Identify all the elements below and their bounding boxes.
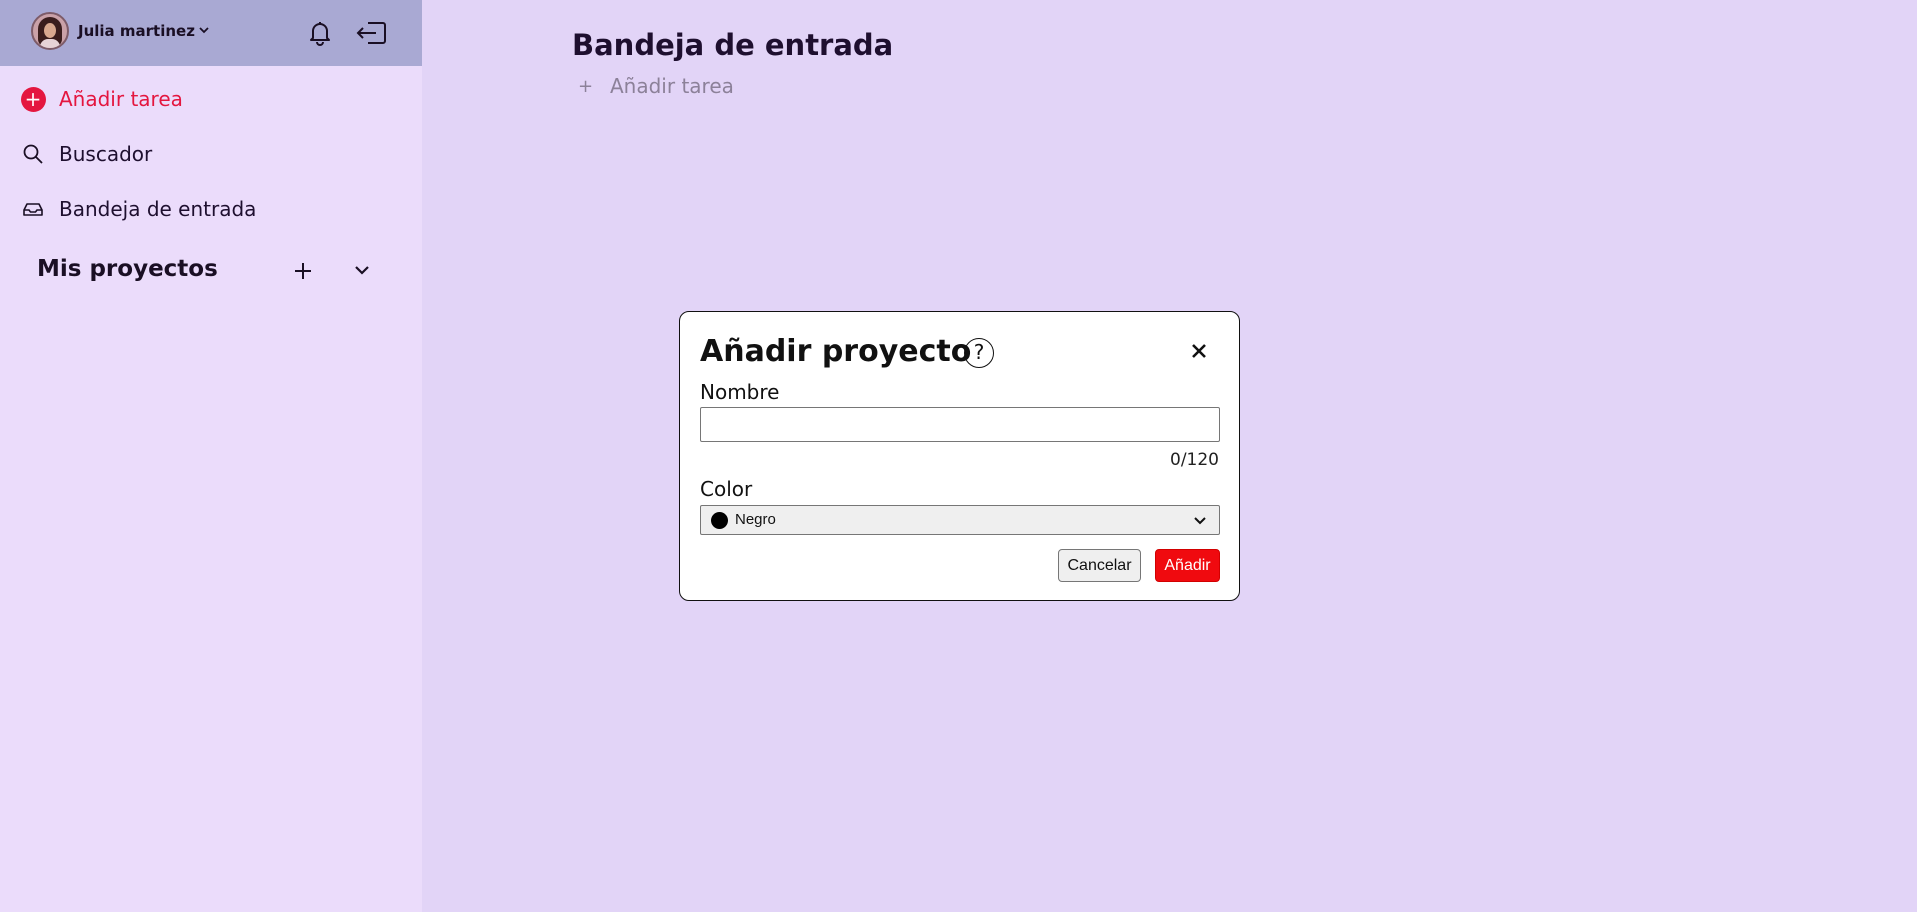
add-project-icon[interactable] bbox=[292, 260, 314, 282]
sidebar-item-label: Buscador bbox=[59, 142, 153, 166]
projects-heading: Mis proyectos bbox=[37, 256, 218, 282]
sidebar-item-add-task[interactable]: + Añadir tarea bbox=[20, 84, 183, 114]
cancel-button[interactable]: Cancelar bbox=[1058, 549, 1141, 582]
name-label: Nombre bbox=[700, 380, 780, 404]
add-circle-icon: + bbox=[20, 86, 46, 112]
color-label: Color bbox=[700, 477, 753, 501]
bell-icon[interactable] bbox=[307, 19, 333, 47]
sidebar-item-label: Añadir tarea bbox=[59, 87, 183, 111]
chevron-down-icon[interactable] bbox=[352, 262, 372, 278]
sidebar-item-label: Bandeja de entrada bbox=[59, 197, 257, 221]
add-project-button[interactable]: Añadir bbox=[1155, 549, 1220, 582]
dialog-title: Añadir proyecto bbox=[700, 334, 972, 369]
sidebar-item-inbox[interactable]: Bandeja de entrada bbox=[20, 194, 256, 224]
help-icon[interactable]: ? bbox=[964, 338, 994, 368]
user-topbar: Julia martinez bbox=[0, 0, 422, 66]
color-select[interactable]: Negro bbox=[700, 505, 1220, 535]
color-value: Negro bbox=[735, 511, 776, 528]
avatar[interactable] bbox=[31, 12, 69, 50]
plus-icon: + bbox=[578, 75, 594, 97]
sidebar-item-search[interactable]: Buscador bbox=[20, 139, 152, 169]
close-icon[interactable] bbox=[1190, 342, 1208, 360]
sidebar: Julia martinez + Añadir tarea Buscador B… bbox=[0, 0, 422, 912]
add-task-button[interactable]: + Añadir tarea bbox=[578, 74, 734, 98]
logout-icon[interactable] bbox=[355, 20, 387, 46]
page-title: Bandeja de entrada bbox=[572, 28, 894, 62]
color-swatch bbox=[711, 512, 728, 529]
char-counter: 0/120 bbox=[1170, 450, 1219, 470]
username[interactable]: Julia martinez bbox=[78, 22, 195, 40]
add-task-label: Añadir tarea bbox=[610, 74, 734, 98]
chevron-down-icon bbox=[1194, 517, 1206, 525]
inbox-icon bbox=[20, 196, 46, 222]
add-project-dialog: Añadir proyecto ? Nombre 0/120 Color Neg… bbox=[679, 311, 1240, 601]
search-icon bbox=[20, 141, 46, 167]
name-input[interactable] bbox=[700, 407, 1220, 442]
chevron-down-icon[interactable] bbox=[198, 25, 210, 35]
